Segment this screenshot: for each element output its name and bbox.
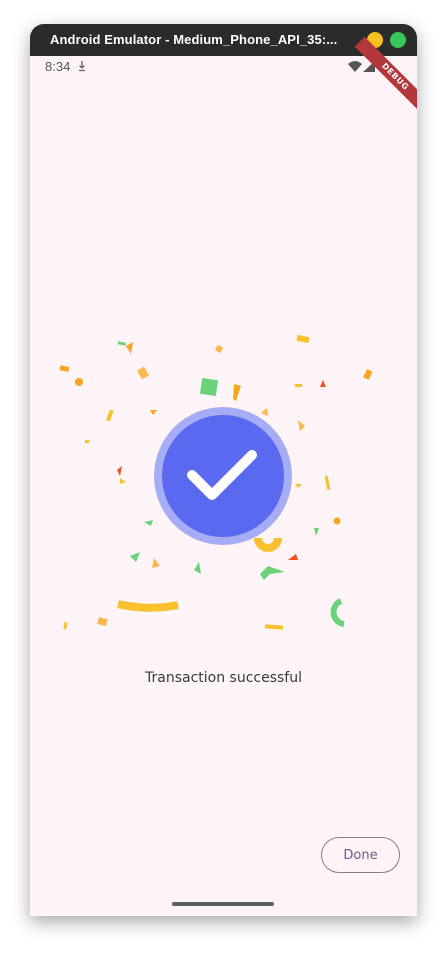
home-gesture-bar[interactable] (172, 902, 274, 906)
done-button[interactable]: Done (321, 837, 400, 873)
phone-screen: 8:34 DEBUG Transaction successful Done (30, 36, 417, 916)
success-checkmark-badge (154, 407, 292, 545)
window-title: Android Emulator - Medium_Phone_API_35:.… (50, 32, 338, 47)
maximize-button[interactable] (390, 32, 406, 48)
emulator-window: Android Emulator - Medium_Phone_API_35:.… (30, 24, 417, 916)
success-message: Transaction successful (145, 670, 302, 686)
